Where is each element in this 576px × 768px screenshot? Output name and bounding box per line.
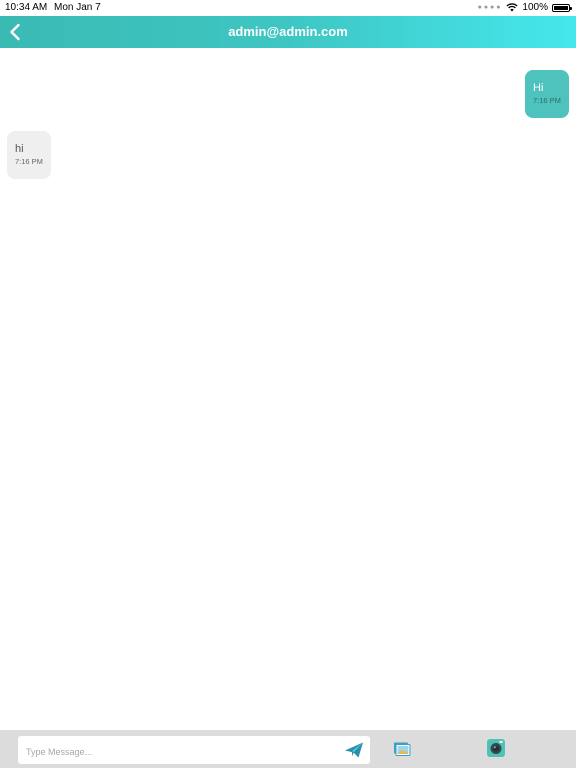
status-time: 10:34 AM [5, 2, 48, 13]
gallery-icon[interactable] [393, 740, 411, 758]
message-time: 7:16 PM [15, 157, 43, 166]
message-input[interactable] [26, 742, 336, 762]
battery-icon [552, 3, 572, 12]
wifi-icon [506, 3, 519, 12]
send-icon[interactable] [344, 740, 364, 760]
chat-title: admin@admin.com [228, 24, 348, 39]
outgoing-message[interactable]: Hi 7:16 PM [525, 70, 569, 118]
composer-bar [0, 730, 576, 768]
status-right: ● ● ● ● 100% [477, 2, 572, 13]
battery-percent: 100% [522, 2, 548, 13]
message-input-container [18, 736, 370, 764]
incoming-message[interactable]: hi 7:16 PM [7, 131, 51, 179]
message-time: 7:16 PM [533, 96, 561, 105]
message-text: Hi [533, 82, 544, 94]
signal-icon: ● ● ● ● [477, 4, 501, 11]
chat-header: admin@admin.com [0, 16, 576, 48]
camera-icon[interactable] [486, 738, 506, 758]
chat-screen: 10:34 AM Mon Jan 7 ● ● ● ● 100% admin@ad… [0, 0, 576, 768]
status-date: Mon Jan 7 [54, 2, 101, 13]
status-bar: 10:34 AM Mon Jan 7 ● ● ● ● 100% [0, 0, 576, 16]
message-text: hi [15, 143, 24, 155]
